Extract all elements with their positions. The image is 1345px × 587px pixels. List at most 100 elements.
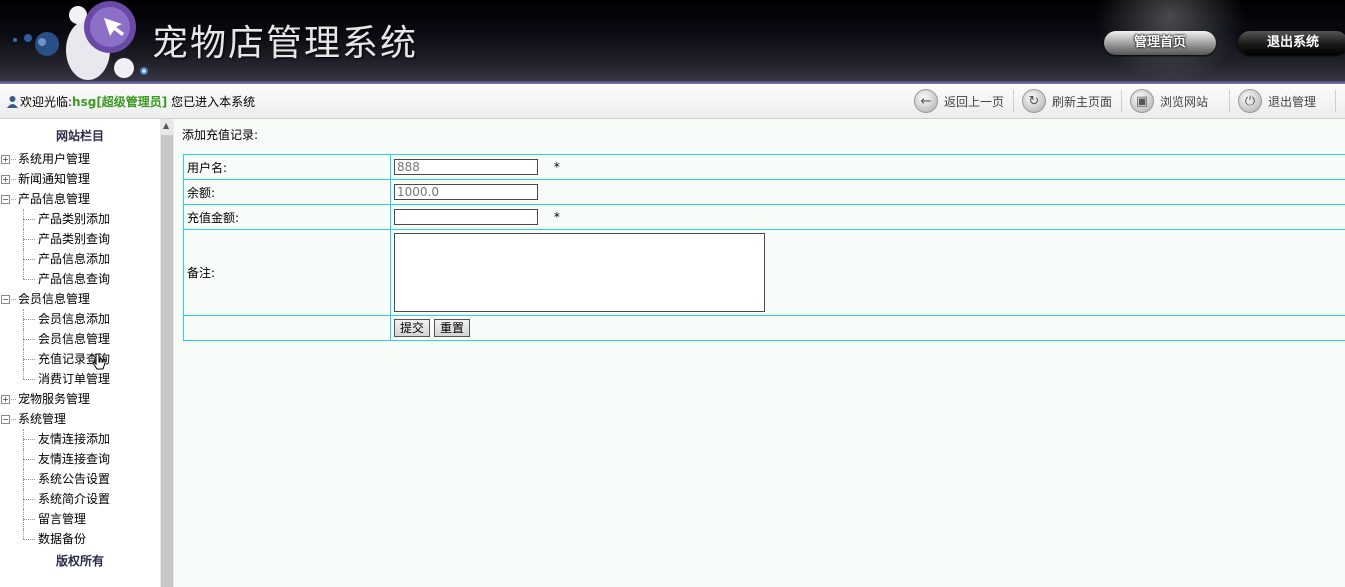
nav-group-label: 产品信息管理	[18, 192, 91, 206]
nav-item-product-add[interactable]: 产品信息添加	[0, 249, 160, 269]
sidebar-scrollbar[interactable]: ▲	[160, 119, 174, 587]
back-arrow-icon: ←	[914, 89, 938, 113]
refresh-label: 刷新主页面	[1052, 94, 1113, 109]
username-label: 用户名:	[183, 154, 391, 180]
nav-item-announcement-settings[interactable]: 系统公告设置	[0, 469, 160, 489]
nav-group-news[interactable]: + 新闻通知管理	[0, 169, 160, 189]
browse-site-button[interactable]: ▣ 浏览网站	[1130, 88, 1208, 114]
nav-item-intro-settings[interactable]: 系统简介设置	[0, 489, 160, 509]
nav-item-link-add[interactable]: 友情连接添加	[0, 429, 160, 449]
nav-item-product-category-query[interactable]: 产品类别查询	[0, 229, 160, 249]
sidebar-footer: 版权所有	[55, 554, 104, 568]
welcome-suffix: 您已进入本系统	[171, 95, 256, 109]
power-icon: ⏻	[1238, 89, 1262, 113]
form-row-username: 用户名: *	[183, 154, 1345, 180]
actions-cell: 提交 重置	[390, 315, 1345, 341]
required-mark: *	[553, 210, 560, 224]
browser-icon: ▣	[1130, 89, 1154, 113]
admin-home-button[interactable]: 管理首页	[1104, 31, 1216, 55]
nav-group-label: 会员信息管理	[18, 292, 91, 306]
welcome-prefix: 欢迎光临:	[20, 95, 73, 109]
nav-item-label: 友情连接查询	[38, 452, 111, 466]
nav-item-label: 系统公告设置	[38, 472, 111, 486]
form-title: 添加充值记录:	[182, 128, 259, 142]
exit-admin-button[interactable]: ⏻ 退出管理	[1238, 88, 1316, 114]
username-input[interactable]	[394, 159, 538, 175]
nav-item-label: 数据备份	[38, 532, 87, 546]
nav-item-label: 产品类别添加	[38, 212, 111, 226]
nav-item-product-category-add[interactable]: 产品类别添加	[0, 209, 160, 229]
nav-group-pet-services[interactable]: + 宠物服务管理	[0, 389, 160, 409]
form-row-amount: 充值金额: *	[183, 204, 1345, 230]
required-mark: *	[553, 160, 560, 174]
sidebar-title: 网站栏目	[55, 129, 104, 143]
app-title: 宠物店管理系统	[152, 23, 419, 64]
nav-item-label: 留言管理	[38, 512, 87, 526]
form-row-balance: 余额:	[183, 179, 1345, 205]
empty-cell	[183, 315, 391, 341]
header-banner: 宠物店管理系统 管理首页 退出系统	[0, 0, 1345, 84]
amount-cell: *	[390, 204, 1345, 230]
submit-button[interactable]: 提交	[394, 319, 431, 337]
nav-item-label: 消费订单管理	[38, 372, 111, 386]
nav-item-backup[interactable]: 数据备份	[0, 529, 160, 549]
toolbar-separator	[1335, 90, 1336, 112]
toolbar-separator	[1121, 90, 1122, 112]
remark-label: 备注:	[183, 229, 391, 316]
nav-item-label: 会员信息添加	[38, 312, 111, 326]
recharge-amount-input[interactable]	[394, 209, 538, 225]
nav-item-label: 产品类别查询	[38, 232, 111, 246]
nav-item-recharge-query[interactable]: 充值记录查询	[0, 349, 160, 369]
scrollbar-thumb[interactable]	[161, 135, 173, 587]
nav-group-members[interactable]: − 会员信息管理	[0, 289, 160, 309]
scroll-up-icon[interactable]: ▲	[163, 122, 169, 130]
balance-input[interactable]	[394, 184, 538, 200]
amount-label: 充值金额:	[183, 204, 391, 230]
nav-group-label: 系统管理	[18, 412, 67, 426]
user-icon	[7, 96, 18, 108]
form-row-actions: 提交 重置	[183, 315, 1345, 341]
toolbar-separator	[1013, 90, 1014, 112]
nav-group-system-users[interactable]: + 系统用户管理	[0, 149, 160, 169]
nav-item-order-manage[interactable]: 消费订单管理	[0, 369, 160, 389]
nav-item-member-manage[interactable]: 会员信息管理	[0, 329, 160, 349]
nav-item-label: 系统简介设置	[38, 492, 111, 506]
exit-label: 退出管理	[1268, 94, 1317, 109]
username-cell: *	[390, 154, 1345, 180]
main-content: 添加充值记录: 用户名: * 余额: 充值金额: * 备注:	[174, 119, 1345, 587]
form-row-remark: 备注:	[183, 229, 1345, 316]
reset-button[interactable]: 重置	[434, 319, 471, 337]
back-button[interactable]: ← 返回上一页	[914, 88, 1004, 114]
remark-textarea[interactable]	[394, 233, 765, 312]
browse-label: 浏览网站	[1160, 94, 1209, 109]
remark-cell	[390, 229, 1345, 316]
refresh-button[interactable]: ↻ 刷新主页面	[1022, 88, 1112, 114]
logout-system-button[interactable]: 退出系统	[1238, 31, 1345, 55]
logo-icon	[13, 1, 148, 80]
back-label: 返回上一页	[944, 94, 1005, 109]
nav-item-messages[interactable]: 留言管理	[0, 509, 160, 529]
nav-group-products[interactable]: − 产品信息管理	[0, 189, 160, 209]
nav-item-label: 会员信息管理	[38, 332, 111, 346]
nav-item-label: 产品信息查询	[38, 272, 111, 286]
nav-group-system[interactable]: − 系统管理	[0, 409, 160, 429]
balance-cell	[390, 179, 1345, 205]
nav-group-label: 新闻通知管理	[18, 172, 91, 186]
nav-item-label: 产品信息添加	[38, 252, 111, 266]
nav-item-product-query[interactable]: 产品信息查询	[0, 269, 160, 289]
mouse-pointer-icon	[92, 353, 106, 370]
nav-item-member-add[interactable]: 会员信息添加	[0, 309, 160, 329]
refresh-icon: ↻	[1022, 89, 1046, 113]
nav-tree: + 系统用户管理 + 新闻通知管理 − 产品信息管理 产品类别添加 产品类别查询…	[0, 149, 160, 549]
nav-group-label: 系统用户管理	[18, 152, 91, 166]
nav-group-label: 宠物服务管理	[18, 392, 91, 406]
toolbar-separator	[1229, 90, 1230, 112]
current-username: hsg[超级管理员]	[72, 95, 168, 109]
nav-item-link-query[interactable]: 友情连接查询	[0, 449, 160, 469]
sidebar: 网站栏目 + 系统用户管理 + 新闻通知管理 − 产品信息管理 产品类别添加 产…	[0, 119, 160, 587]
welcome-message: 欢迎光临:hsg[超级管理员] 您已进入本系统	[6, 93, 255, 110]
recharge-form-table: 用户名: * 余额: 充值金额: * 备注:	[183, 154, 1345, 341]
nav-item-label: 友情连接添加	[38, 432, 111, 446]
welcome-bar: 欢迎光临:hsg[超级管理员] 您已进入本系统 ← 返回上一页 ↻ 刷新主页面 …	[0, 84, 1345, 119]
balance-label: 余额:	[183, 179, 391, 205]
